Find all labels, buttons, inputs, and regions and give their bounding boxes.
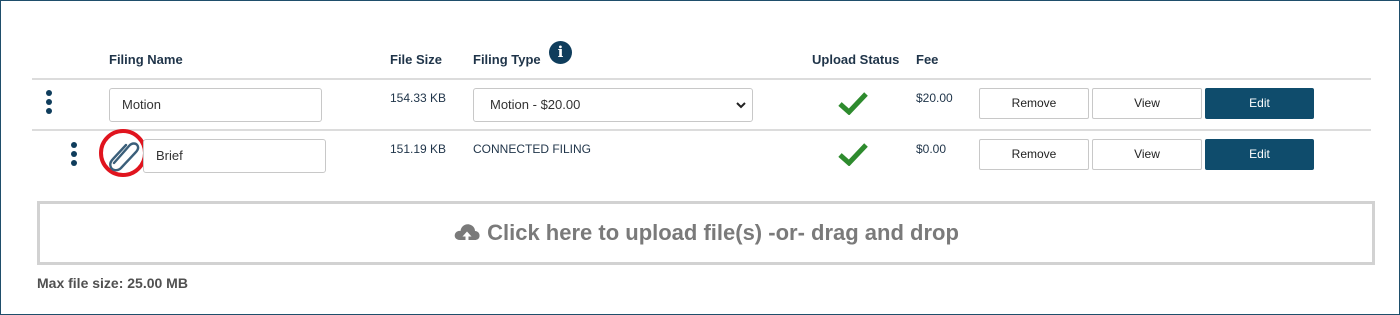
file-size: 154.33 KB <box>390 91 447 105</box>
file-size: 151.19 KB <box>390 142 447 156</box>
header-file-size: File Size <box>390 52 443 67</box>
remove-button[interactable]: Remove <box>979 139 1089 170</box>
header-upload-status: Upload Status <box>812 52 900 67</box>
header-fee: Fee <box>916 52 939 67</box>
filing-type-text: CONNECTED FILING <box>473 142 592 156</box>
row-menu-icon[interactable] <box>71 142 77 170</box>
filing-name-input[interactable]: Brief <box>143 139 326 173</box>
edit-button[interactable]: Edit <box>1205 88 1314 119</box>
remove-button[interactable]: Remove <box>979 88 1089 119</box>
upload-label: Click here to upload file(s) -or- drag a… <box>487 220 959 245</box>
filing-panel: Filing Name File Size Filing Type i Uplo… <box>0 0 1400 315</box>
row-divider <box>32 78 1371 80</box>
upload-dropzone[interactable]: Click here to upload file(s) -or- drag a… <box>37 201 1375 265</box>
success-check-icon <box>838 143 868 166</box>
info-icon[interactable]: i <box>549 41 572 64</box>
view-button[interactable]: View <box>1092 139 1202 170</box>
row-divider <box>32 129 1371 131</box>
edit-button[interactable]: Edit <box>1205 139 1314 170</box>
max-file-size: Max file size: 25.00 MB <box>37 275 188 291</box>
filing-name-input[interactable]: Motion <box>109 88 322 122</box>
header-filing-type: Filing Type <box>473 52 541 67</box>
row-menu-icon[interactable] <box>46 90 52 118</box>
fee-value: $20.00 <box>916 91 953 105</box>
chevron-down-icon <box>736 102 746 109</box>
filing-type-selected: Motion - $20.00 <box>490 97 581 112</box>
view-button[interactable]: View <box>1092 88 1202 119</box>
success-check-icon <box>838 92 868 115</box>
fee-value: $0.00 <box>916 142 947 156</box>
filing-type-select[interactable]: Motion - $20.00 <box>473 88 753 122</box>
header-filing-name: Filing Name <box>109 52 183 67</box>
cloud-upload-icon <box>454 224 480 245</box>
